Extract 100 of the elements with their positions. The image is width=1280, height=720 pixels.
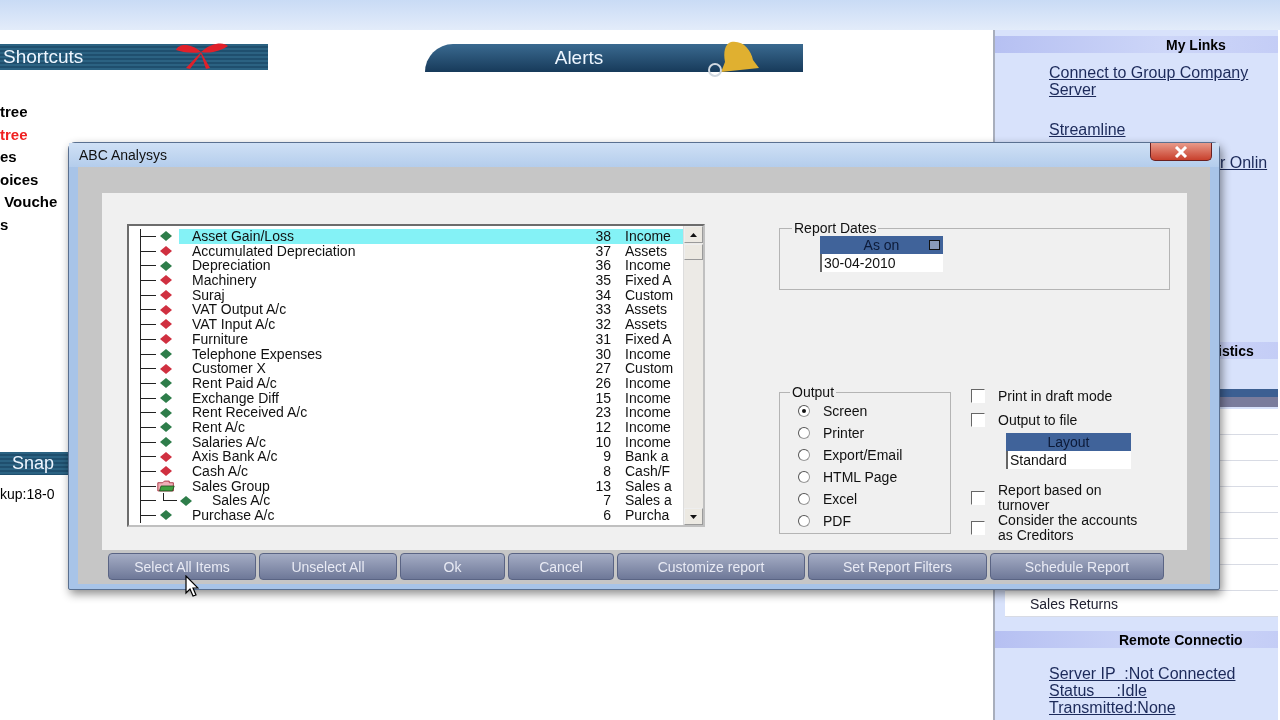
tree-row[interactable]: Exchange Diff 15 Income — [179, 390, 683, 406]
section-title: Snap — [12, 453, 55, 474]
scrollbar[interactable] — [683, 226, 703, 525]
scroll-up-button[interactable] — [684, 226, 703, 243]
shortcut-link[interactable]: tree — [0, 101, 28, 124]
tree-row[interactable]: Cash A/c 8 Cash/F — [179, 464, 683, 479]
account-number: 27 — [594, 361, 611, 376]
shortcut-link[interactable]: Vouche — [0, 191, 58, 214]
account-name: Customer X — [192, 361, 266, 376]
account-group: Assets — [611, 317, 683, 332]
tree-row[interactable]: Suraj 34 Custom — [179, 287, 683, 303]
section-title: My Links — [1166, 36, 1226, 53]
group-label: Report Dates — [793, 220, 878, 236]
list-item[interactable]: Sales Returns — [1030, 595, 1118, 612]
shortcut-link[interactable]: oices — [0, 168, 39, 191]
account-name: VAT Output A/c — [192, 302, 288, 318]
account-name: Salaries A/c — [192, 434, 267, 450]
tree-row[interactable]: Customer X 27 Custom — [179, 361, 683, 376]
shortcut-link[interactable]: s — [0, 213, 9, 236]
radio-label: Screen — [823, 403, 868, 419]
backup-text: kup:18-0 — [0, 485, 55, 504]
account-name: Asset Gain/Loss — [192, 229, 295, 244]
account-number: 6 — [602, 508, 611, 523]
radio-button[interactable] — [798, 449, 810, 461]
account-group: Sales a — [611, 478, 683, 494]
account-group: Assets — [611, 243, 683, 259]
account-group: Income — [611, 346, 683, 362]
checkbox[interactable] — [971, 389, 985, 403]
radio-button[interactable] — [798, 427, 810, 439]
account-group: Purcha — [611, 508, 683, 523]
account-name: Suraj — [192, 287, 225, 303]
tree-row[interactable]: Purchase A/c 6 Purcha — [179, 508, 683, 523]
account-number: 15 — [594, 390, 611, 406]
account-name: Axis Bank A/c — [192, 449, 279, 464]
account-name: VAT Input A/c — [192, 317, 277, 332]
account-number: 26 — [594, 375, 611, 391]
radio-button[interactable] — [798, 493, 810, 505]
scroll-thumb[interactable] — [684, 244, 703, 260]
account-group: Income — [611, 434, 683, 450]
checkbox[interactable] — [971, 521, 985, 535]
account-number: 37 — [594, 243, 611, 259]
link[interactable]: r Onlin — [1220, 154, 1268, 171]
tree-row[interactable]: Telephone Expenses 30 Income — [179, 346, 683, 362]
checkbox-label: Consider the accounts as Creditors — [998, 513, 1139, 543]
account-name: Machinery — [192, 273, 257, 288]
tree-row[interactable]: Accumulated Depreciation 37 Assets — [179, 243, 683, 259]
radio-label: Export/Email — [823, 447, 903, 463]
layout-field[interactable]: Standard — [1006, 451, 1131, 469]
tree-row[interactable]: Axis Bank A/c 9 Bank a — [179, 449, 683, 464]
checkbox-label: Output to file — [998, 413, 1079, 428]
account-number: 36 — [594, 258, 611, 274]
tree-row[interactable]: Sales Group 13 Sales a — [179, 478, 683, 494]
tree-row[interactable]: VAT Input A/c 32 Assets — [179, 317, 683, 332]
account-group: Cash/F — [611, 464, 683, 479]
mouse-pointer-icon — [185, 575, 199, 597]
calendar-icon[interactable] — [929, 240, 940, 250]
account-name: Rent A/c — [192, 419, 246, 435]
window-title: ABC Analysys — [79, 147, 167, 163]
account-group: Income — [611, 419, 683, 435]
tree-row[interactable]: Asset Gain/Loss 38 Income — [179, 229, 683, 244]
radio-button[interactable] — [798, 405, 810, 417]
account-group: Custom — [611, 361, 683, 376]
account-name: Depreciation — [192, 258, 272, 274]
status-link[interactable]: Server IP :Not Connected — [1049, 665, 1236, 682]
link[interactable]: Streamline — [1049, 121, 1126, 138]
checkbox[interactable] — [971, 491, 985, 505]
account-number: 38 — [594, 229, 611, 244]
section-title: Shortcuts — [3, 46, 84, 68]
scroll-down-button[interactable] — [684, 508, 703, 525]
shortcut-link[interactable]: es — [0, 146, 17, 169]
account-number: 10 — [594, 434, 611, 450]
account-name: Sales A/c — [212, 493, 272, 509]
tree-row[interactable]: VAT Output A/c 33 Assets — [179, 302, 683, 318]
account-number: 35 — [594, 273, 611, 288]
account-name: Cash A/c — [192, 464, 250, 479]
checkbox[interactable] — [971, 413, 985, 427]
account-group: Income — [611, 258, 683, 274]
status-link[interactable]: Status :Idle — [1049, 682, 1147, 699]
radio-button[interactable] — [798, 471, 810, 483]
tree-row[interactable]: Furniture 31 Fixed A — [179, 331, 683, 347]
account-number: 30 — [594, 346, 611, 362]
radio-button[interactable] — [798, 515, 810, 527]
status-link[interactable]: Transmitted:None — [1049, 699, 1176, 716]
account-group: Income — [611, 375, 683, 391]
date-field[interactable]: 30-04-2010 — [820, 254, 943, 272]
account-group: Income — [611, 229, 683, 244]
tree-row[interactable]: Rent Paid A/c 26 Income — [179, 375, 683, 391]
account-number: 13 — [594, 478, 611, 494]
close-button[interactable] — [1150, 143, 1212, 161]
shortcut-link[interactable]: tree — [0, 123, 28, 146]
tree-row[interactable]: Salaries A/c 10 Income — [179, 434, 683, 450]
tree-row[interactable]: Rent A/c 12 Income — [179, 419, 683, 435]
group-label: Output — [791, 384, 836, 400]
account-name: Exchange Diff — [192, 390, 280, 406]
tree-row[interactable]: Machinery 35 Fixed A — [179, 273, 683, 288]
link[interactable]: Connect to Group Company Server — [1049, 64, 1277, 98]
tree-row[interactable]: Sales A/c 7 Sales a — [199, 493, 683, 509]
account-name: Sales Group — [192, 478, 271, 494]
tree-row[interactable]: Depreciation 36 Income — [179, 258, 683, 274]
tree-row[interactable]: Rent Received A/c 23 Income — [179, 405, 683, 420]
